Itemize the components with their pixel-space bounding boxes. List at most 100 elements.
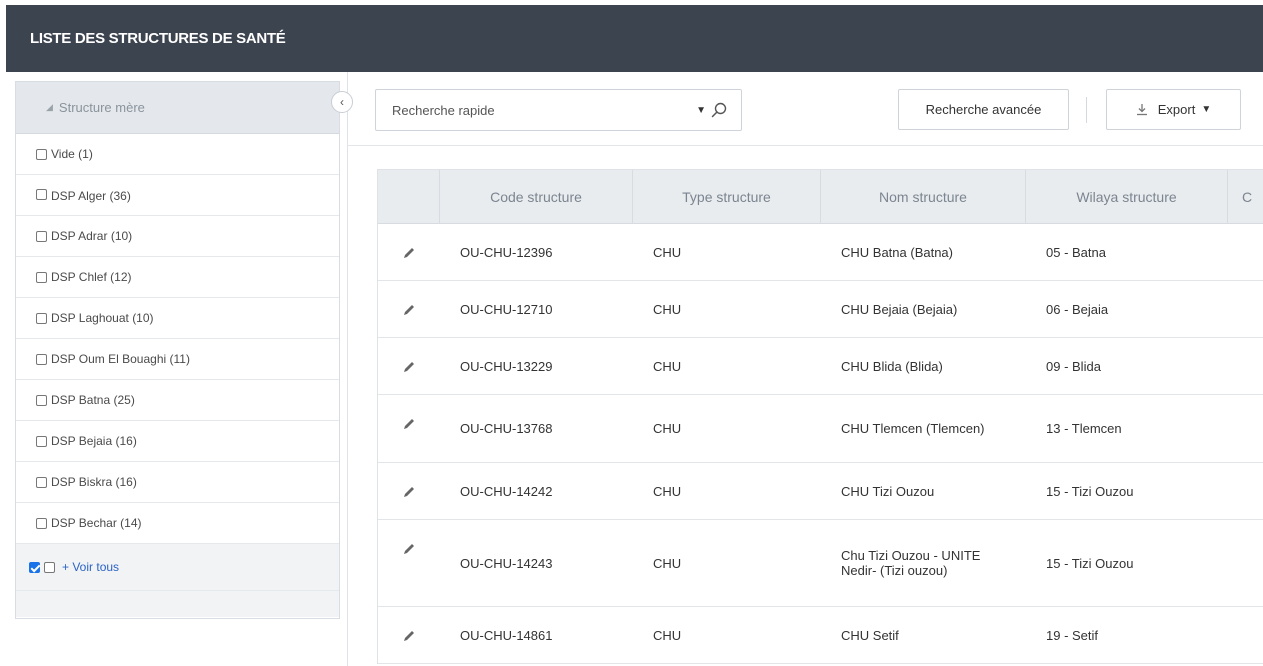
sidebar-item-count: (36) — [109, 189, 131, 203]
edit-button[interactable] — [378, 281, 440, 337]
caret-down-icon: ▼ — [1201, 104, 1212, 115]
column-header-actions — [378, 170, 440, 223]
table-header: Code structure Type structure Nom struct… — [378, 169, 1263, 224]
sidebar-item-dsp-oum-el-bouaghi[interactable]: DSP Oum El Bouaghi (11) — [16, 339, 339, 380]
sidebar-item-dsp-chlef[interactable]: DSP Chlef (12) — [16, 257, 339, 298]
edit-button[interactable] — [378, 224, 440, 280]
pencil-icon — [404, 248, 414, 258]
sidebar-item-label: DSP Batna — [51, 393, 111, 407]
sidebar-item-dsp-bechar[interactable]: DSP Bechar (14) — [16, 503, 339, 544]
column-header-nom[interactable]: Nom structure — [821, 170, 1026, 223]
cell-code: OU-CHU-14242 — [460, 483, 553, 499]
cell-wilaya: 06 - Bejaia — [1046, 301, 1109, 317]
export-button[interactable]: Export ▼ — [1106, 89, 1241, 130]
cell-code: OU-CHU-13229 — [460, 358, 553, 374]
cell-type: CHU — [653, 627, 682, 643]
advanced-search-button[interactable]: Recherche avancée — [898, 89, 1069, 130]
cell-nom: CHU Bejaia (Bejaia) — [841, 301, 958, 317]
cell-nom: CHU Batna (Batna) — [841, 244, 953, 260]
checkbox[interactable] — [36, 230, 47, 242]
page-title: LISTE DES STRUCTURES DE SANTÉ — [30, 30, 286, 47]
cell-code: OU-CHU-12396 — [460, 244, 553, 260]
select-all-checkbox[interactable] — [29, 561, 40, 573]
table-row: OU-CHU-14242 CHU CHU Tizi Ouzou 15 - Tiz… — [378, 463, 1263, 520]
quick-search-placeholder: Recherche rapide — [392, 102, 495, 118]
sidebar-item-count: (25) — [113, 393, 135, 407]
sidebar-item-count: (16) — [115, 434, 137, 448]
sidebar-item-vide[interactable]: Vide (1) — [16, 134, 339, 175]
sidebar-header-structure-mere[interactable]: ◢ Structure mère — [16, 82, 339, 134]
table-row: OU-CHU-14243 CHU Chu Tizi Ouzou - UNITE … — [378, 520, 1263, 607]
column-header-wilaya[interactable]: Wilaya structure — [1026, 170, 1228, 223]
checkbox[interactable] — [36, 353, 47, 365]
sidebar-item-label: DSP Chlef — [51, 270, 107, 284]
cell-nom: CHU Blida (Blida) — [841, 358, 943, 374]
column-header-truncated[interactable]: C — [1228, 170, 1263, 223]
see-all-link[interactable]: + Voir tous — [62, 560, 119, 574]
sidebar-item-count: (10) — [110, 229, 133, 243]
toolbar-separator — [1086, 97, 1087, 123]
sidebar-item-dsp-laghouat[interactable]: DSP Laghouat (10) — [16, 298, 339, 339]
table-row: OU-CHU-13768 CHU CHU Tlemcen (Tlemcen) 1… — [378, 395, 1263, 463]
edit-button[interactable] — [378, 463, 440, 519]
cell-nom: CHU Tlemcen (Tlemcen) — [841, 421, 985, 436]
toolbar-divider — [347, 145, 1263, 146]
checkbox[interactable] — [36, 189, 47, 200]
cell-wilaya: 15 - Tizi Ouzou — [1046, 483, 1134, 499]
pencil-icon — [404, 305, 414, 315]
collapse-sidebar-button[interactable]: ‹ — [331, 91, 353, 113]
cell-type: CHU — [653, 555, 682, 571]
cell-wilaya: 15 - Tizi Ouzou — [1046, 555, 1134, 571]
cell-wilaya: 05 - Batna — [1046, 244, 1106, 260]
edit-button[interactable] — [378, 520, 440, 606]
checkbox[interactable] — [36, 148, 47, 160]
sidebar-item-dsp-batna[interactable]: DSP Batna (25) — [16, 380, 339, 421]
edit-button[interactable] — [378, 607, 440, 663]
quick-search-input[interactable]: Recherche rapide ▼ — [375, 89, 742, 131]
sidebar-item-label: DSP Biskra — [51, 475, 113, 489]
cell-wilaya: 13 - Tlemcen — [1046, 421, 1122, 436]
edit-button[interactable] — [378, 395, 440, 462]
sidebar-header-label: Structure mère — [58, 100, 145, 115]
chevron-left-icon: ‹ — [340, 95, 344, 109]
checkbox[interactable] — [36, 271, 47, 283]
sidebar-item-count: (12) — [110, 270, 132, 284]
cell-code: OU-CHU-14243 — [460, 555, 553, 571]
cell-code: OU-CHU-14861 — [460, 627, 553, 643]
checkbox[interactable] — [36, 394, 47, 406]
column-header-code[interactable]: Code structure — [440, 170, 633, 223]
cell-type: CHU — [653, 483, 682, 499]
cell-type: CHU — [653, 421, 682, 436]
filter-sidebar: ◢ Structure mère Vide (1) DSP Alger (36)… — [15, 81, 340, 619]
collapse-triangle-icon: ◢ — [46, 102, 53, 112]
pencil-icon — [404, 544, 414, 554]
column-header-type[interactable]: Type structure — [633, 170, 821, 223]
table-row: OU-CHU-14861 CHU CHU Setif 19 - Setif — [378, 607, 1263, 664]
cell-code: OU-CHU-13768 — [460, 421, 553, 436]
pencil-icon — [404, 487, 414, 497]
sidebar-item-label: DSP Bejaia — [51, 434, 113, 448]
cell-nom: CHU Tizi Ouzou — [841, 483, 935, 499]
cell-nom: CHU Setif — [841, 627, 899, 643]
table-row: OU-CHU-13229 CHU CHU Blida (Blida) 09 - … — [378, 338, 1263, 395]
edit-button[interactable] — [378, 338, 440, 394]
checkbox[interactable] — [36, 517, 47, 529]
sidebar-item-label: DSP Alger — [51, 189, 107, 203]
sidebar-items-list: Vide (1) DSP Alger (36) DSP Adrar (10) D… — [16, 134, 339, 591]
sidebar-item-dsp-bejaia[interactable]: DSP Bejaia (16) — [16, 421, 339, 462]
checkbox[interactable] — [36, 435, 47, 447]
sidebar-item-count: (16) — [115, 475, 137, 489]
sidebar-item-count: (10) — [132, 311, 154, 325]
cell-wilaya: 19 - Setif — [1046, 627, 1099, 643]
sidebar-item-dsp-biskra[interactable]: DSP Biskra (16) — [16, 462, 339, 503]
checkbox[interactable] — [36, 476, 47, 488]
sidebar-see-all: + Voir tous — [16, 544, 339, 591]
checkbox[interactable] — [44, 561, 55, 573]
sidebar-item-dsp-adrar[interactable]: DSP Adrar (10) — [16, 216, 339, 257]
cell-nom: Chu Tizi Ouzou - UNITE Nedir- (Tizi ouzo… — [841, 548, 981, 578]
sidebar-item-count: (1) — [78, 147, 93, 161]
caret-down-icon[interactable]: ▼ — [696, 105, 706, 116]
search-icon[interactable] — [711, 102, 727, 118]
checkbox[interactable] — [36, 312, 47, 324]
sidebar-item-dsp-alger[interactable]: DSP Alger (36) — [16, 175, 339, 216]
